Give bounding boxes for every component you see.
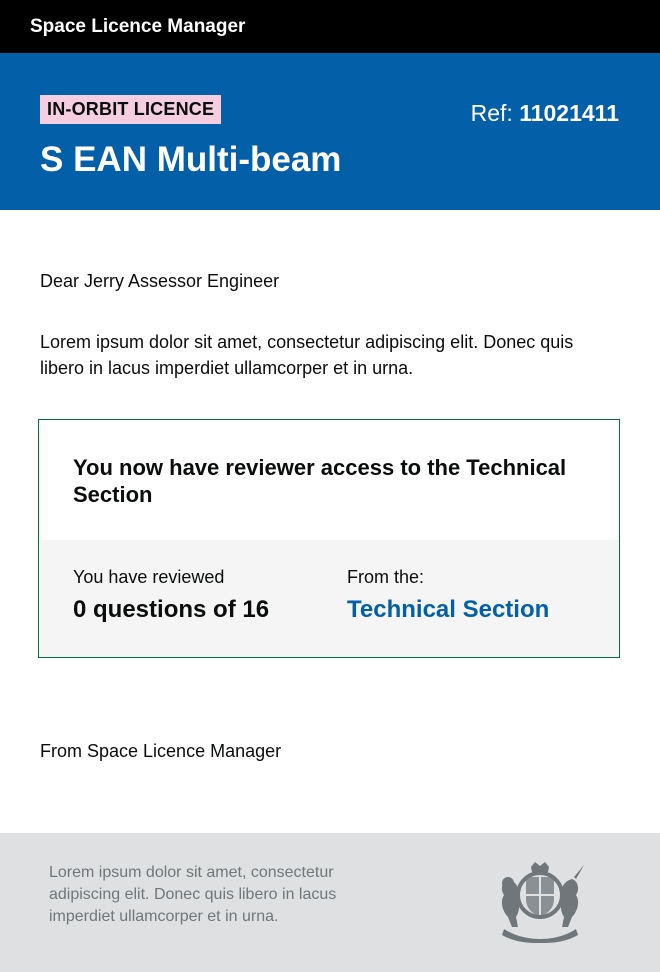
technical-section-link[interactable]: Technical Section (347, 596, 549, 624)
from-label: From the: (347, 567, 425, 587)
app-name: Space Licence Manager (30, 16, 246, 37)
footer: Lorem ipsum dolor sit amet, consectetur … (0, 833, 660, 972)
footer-text: Lorem ipsum dolor sit amet, consectetur … (49, 864, 337, 925)
reference-number: 11021411 (519, 100, 619, 126)
message-body: Lorem ipsum dolor sit amet, consectetur … (40, 332, 574, 378)
reviewed-label: You have reviewed (73, 567, 225, 587)
section-stat: From the: Technical Section (347, 567, 549, 624)
reviewed-value: 0 questions of 16 (73, 596, 270, 623)
reviewed-stat: You have reviewed 0 questions of 16 (73, 567, 269, 624)
reference-label: Ref: (470, 100, 513, 126)
signoff: From Space Licence Manager (40, 741, 282, 761)
licence-title: S EAN Multi-beam (40, 140, 342, 179)
top-bar: Space Licence Manager (0, 0, 660, 53)
royal-coat-of-arms-icon (501, 862, 584, 943)
greeting: Dear Jerry Assessor Engineer (40, 271, 280, 291)
panel-heading: You now have reviewer access to the Tech… (73, 455, 567, 507)
access-panel: You now have reviewer access to the Tech… (38, 419, 620, 658)
reference: Ref: 11021411 (471, 100, 619, 127)
licence-type-tag: IN-ORBIT LICENCE (40, 95, 222, 124)
review-stats: You have reviewed 0 questions of 16 From… (39, 540, 619, 657)
licence-header: IN-ORBIT LICENCE Ref: 11021411 S EAN Mul… (0, 53, 660, 210)
